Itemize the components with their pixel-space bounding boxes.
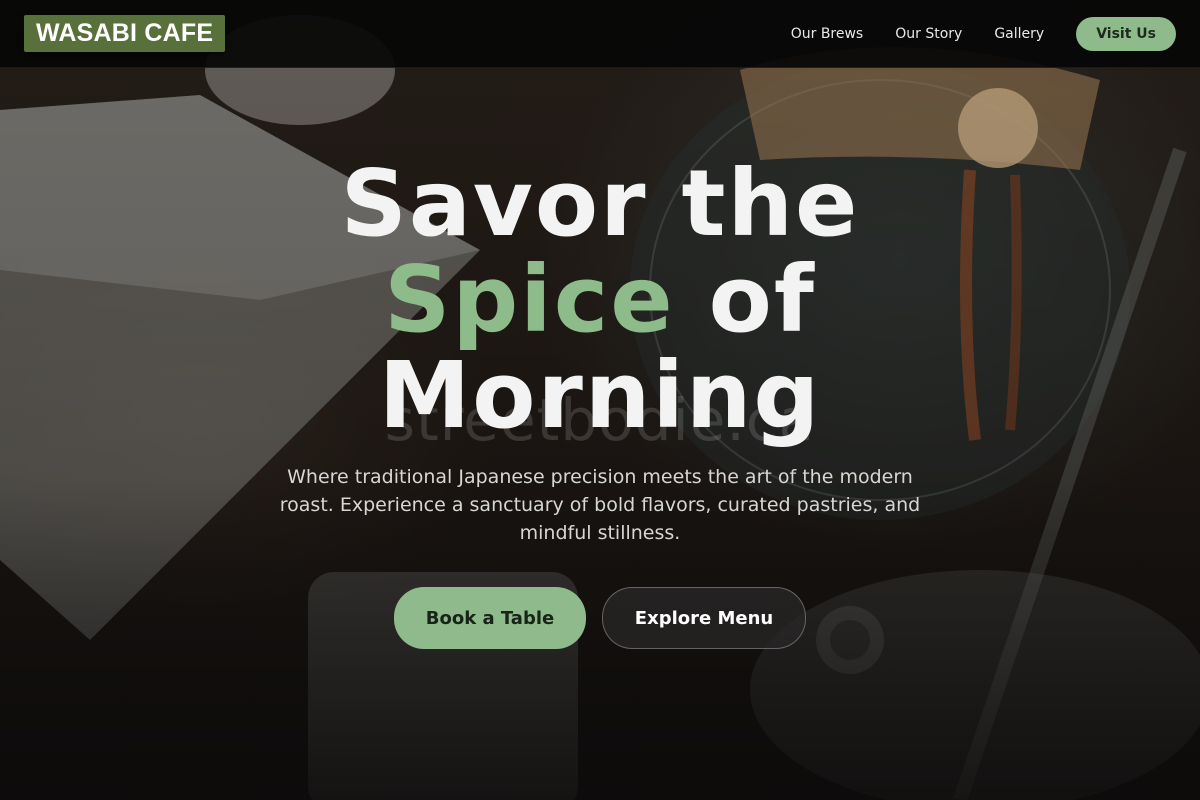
top-navbar: WASABI CAFE Our Brews Our Story Gallery … [0,0,1200,68]
headline-accent-word: Spice [384,246,675,353]
headline-line-1: Savor the [340,150,860,257]
book-a-table-button[interactable]: Book a Table [394,587,586,649]
hero-section: streetbodie.ca Savor the Spice of Mornin… [0,68,1200,800]
main-nav: Our Brews Our Story Gallery Visit Us [791,16,1176,51]
explore-menu-button[interactable]: Explore Menu [602,587,806,649]
hero-headline: Savor the Spice of Morning [0,156,1200,444]
hero-subtitle: Where traditional Japanese precision mee… [279,466,921,544]
nav-link-our-brews[interactable]: Our Brews [791,26,864,42]
headline-line-2-rest: of [674,246,816,353]
visit-us-button[interactable]: Visit Us [1076,16,1176,51]
brand-logo[interactable]: WASABI CAFE [24,15,226,52]
nav-link-our-story[interactable]: Our Story [895,26,962,42]
headline-line-3: Morning [378,342,822,449]
nav-link-gallery[interactable]: Gallery [994,26,1044,42]
hero-cta-row: Book a Table Explore Menu [0,587,1200,649]
headline-line-2: Spice of [0,252,1200,348]
